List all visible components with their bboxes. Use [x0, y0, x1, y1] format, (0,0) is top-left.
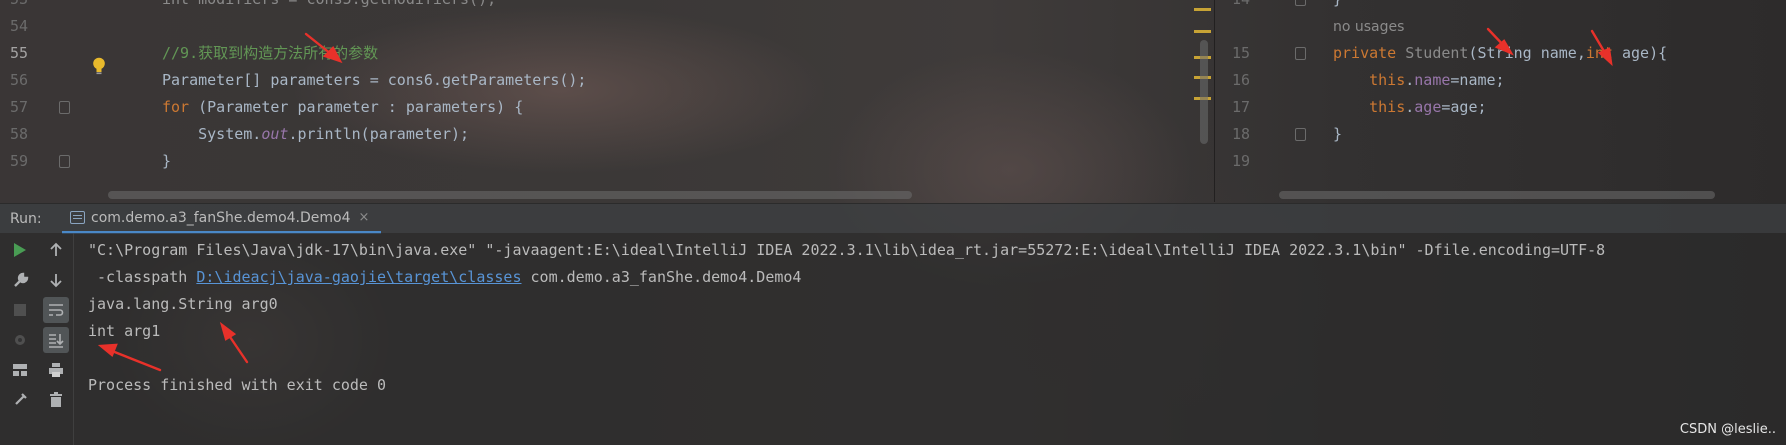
code-text: no usages — [1333, 19, 1405, 35]
run-tab-title: com.demo.a3_fanShe.demo4.Demo4 — [91, 209, 351, 226]
code-text: for (Parameter parameter : parameters) { — [162, 98, 524, 116]
run-label: Run: — [10, 211, 42, 227]
run-toolbar-right — [38, 233, 74, 445]
print-icon[interactable] — [43, 357, 69, 383]
code-line[interactable]: 16 this.name=name; — [1215, 67, 1786, 94]
up-arrow-icon[interactable] — [43, 237, 69, 263]
code-text: //9.获取到构造方法所有的参数 — [162, 44, 379, 62]
layout-icon[interactable] — [7, 357, 33, 383]
code-line[interactable]: 58 System.out.println(parameter); — [0, 121, 1214, 148]
close-icon[interactable]: × — [359, 210, 370, 225]
code-line[interactable]: 54 — [0, 13, 1214, 40]
run-tool-window-body: "C:\Program Files\Java\jdk-17\bin\java.e… — [0, 233, 1786, 445]
line-number: 57 — [9, 98, 28, 116]
classpath-suffix: com.demo.a3_fanShe.demo4.Demo4 — [521, 268, 802, 286]
line-number: 53 — [0, 0, 28, 13]
code-text: } — [1333, 0, 1342, 13]
scroll-to-end-icon[interactable] — [42, 327, 69, 353]
trash-icon[interactable] — [43, 387, 69, 413]
code-line[interactable]: 19 — [1215, 148, 1786, 175]
line-number: 16 — [1231, 71, 1250, 89]
code-line[interactable]: 17 this.age=age; — [1215, 94, 1786, 121]
line-number: 59 — [9, 152, 28, 170]
console-output-line: java.lang.String arg0 — [88, 295, 278, 313]
horizontal-scrollbar[interactable] — [1279, 191, 1715, 199]
code-line[interactable]: 56 Parameter[] parameters = cons6.getPara… — [0, 67, 1214, 94]
fold-marker-icon[interactable] — [59, 101, 70, 114]
line-number: 54 — [9, 17, 28, 35]
console-classpath-line: -classpath D:\ideacj\java-gaojie\target\… — [88, 264, 801, 291]
editor-right-pane[interactable]: 14} no usages 15 private Student(String nam… — [1214, 0, 1786, 202]
code-line[interactable]: no usages — [1215, 13, 1786, 40]
soft-wrap-icon[interactable] — [42, 297, 69, 323]
error-stripe-marker[interactable] — [1194, 8, 1211, 11]
code-text: this.name=name; — [1333, 71, 1505, 89]
run-tool-window-header: Run: com.demo.a3_fanShe.demo4.Demo4 × — [0, 203, 1786, 234]
line-number: 18 — [1231, 125, 1250, 143]
fold-marker-icon[interactable] — [1295, 47, 1306, 60]
code-text: private Student(String name,int age){ — [1333, 44, 1668, 62]
line-number: 14 — [1215, 0, 1250, 13]
line-number: 58 — [9, 125, 28, 143]
error-stripe-marker[interactable] — [1194, 30, 1211, 33]
down-arrow-icon[interactable] — [43, 267, 69, 293]
console-output[interactable]: "C:\Program Files\Java\jdk-17\bin\java.e… — [88, 233, 1786, 445]
code-line[interactable]: 15 private Student(String name,int age){ — [1215, 40, 1786, 67]
wrench-icon[interactable] — [7, 267, 33, 293]
code-text: } — [162, 152, 172, 170]
code-line[interactable]: 53 int modifiers = cons5.getModifiers(); — [0, 0, 1214, 13]
code-text: this.age=age; — [1333, 98, 1487, 116]
code-line[interactable]: 18} — [1215, 121, 1786, 148]
run-config-tab[interactable]: com.demo.a3_fanShe.demo4.Demo4 × — [62, 204, 382, 234]
code-line[interactable]: 59} — [0, 148, 1214, 175]
code-line[interactable]: 57 for (Parameter parameter : parameters)… — [0, 94, 1214, 121]
code-line[interactable]: 55 //9.获取到构造方法所有的参数 — [0, 40, 1214, 67]
code-line[interactable]: 14} — [1215, 0, 1786, 13]
fold-marker-icon[interactable] — [59, 155, 70, 168]
fold-marker-icon[interactable] — [1295, 0, 1306, 6]
console-command-line: "C:\Program Files\Java\jdk-17\bin\java.e… — [88, 241, 1606, 259]
run-toolbar-left — [2, 233, 38, 445]
code-text: } — [1333, 125, 1343, 143]
editor-left-pane[interactable]: 53int modifiers = cons5.getModifiers();5… — [0, 0, 1214, 202]
fold-marker-icon[interactable] — [1295, 128, 1306, 141]
line-number: 15 — [1231, 44, 1250, 62]
console-tab-icon — [70, 211, 85, 224]
classpath-prefix: -classpath — [88, 268, 197, 286]
debug-icon[interactable] — [7, 327, 33, 353]
console-exit-line: Process finished with exit code 0 — [88, 376, 387, 394]
code-text: System.out.println(parameter); — [162, 125, 470, 143]
classpath-link[interactable]: D:\ideacj\java-gaojie\target\classes — [196, 268, 521, 286]
editor-area: 53int modifiers = cons5.getModifiers();5… — [0, 0, 1786, 202]
console-output-line: int arg1 — [88, 322, 161, 340]
vertical-scrollbar[interactable] — [1200, 40, 1208, 144]
line-number: 55 — [9, 44, 28, 62]
code-text: Parameter[] parameters = cons6.getParame… — [162, 71, 587, 89]
line-number: 17 — [1231, 98, 1250, 116]
line-number: 56 — [9, 71, 28, 89]
stop-icon[interactable] — [7, 297, 33, 323]
horizontal-scrollbar[interactable] — [108, 191, 912, 199]
line-number: 19 — [1231, 152, 1250, 170]
code-text: int modifiers = cons5.getModifiers(); — [162, 0, 496, 13]
lightbulb-icon[interactable] — [92, 57, 106, 76]
run-icon[interactable] — [7, 237, 33, 263]
watermark: CSDN @leslie.. — [1679, 422, 1776, 437]
pin-icon[interactable] — [7, 387, 33, 413]
